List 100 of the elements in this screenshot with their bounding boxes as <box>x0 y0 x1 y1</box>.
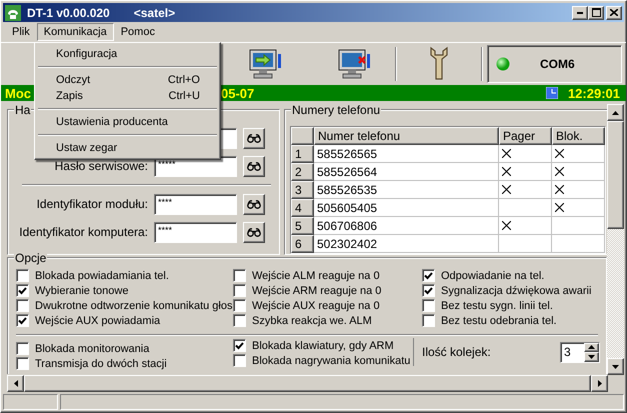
menu-item[interactable]: Plik <box>5 23 37 41</box>
menu-entry[interactable]: Ustawienia producenta <box>37 114 218 130</box>
field-label: Identyfikator modułu: <box>36 197 148 211</box>
close-button[interactable] <box>606 6 622 20</box>
cross-icon <box>502 167 511 176</box>
glasses-icon <box>247 200 261 208</box>
group-title: Numery telefonu <box>291 104 382 117</box>
cross-icon <box>555 167 564 176</box>
field-label: Ilość kolejek: <box>422 345 491 359</box>
vertical-scrollbar[interactable] <box>607 104 624 375</box>
glasses-icon <box>247 162 261 170</box>
window-title: DT-1 v0.00.020 <box>27 6 110 20</box>
group-title: Ha <box>14 104 32 117</box>
status-panel <box>3 394 58 410</box>
table-cell: 585526565 <box>314 145 499 163</box>
menu-entry[interactable]: Odczyt Ctrl+O <box>37 72 218 88</box>
mode-text: Moc <box>5 86 31 100</box>
checkbox-label: Wybieranie tonowe <box>35 284 128 296</box>
show-password-button[interactable] <box>243 222 265 242</box>
monitor-cross-icon <box>337 48 373 80</box>
cross-icon <box>555 203 564 212</box>
show-password-button[interactable] <box>243 194 265 214</box>
menu-entry[interactable]: Konfiguracja <box>37 46 218 62</box>
password-field[interactable]: **** <box>154 194 237 214</box>
checkbox[interactable] <box>16 314 29 327</box>
show-password-button[interactable] <box>243 156 265 176</box>
row-header: 4 <box>291 199 314 217</box>
group-title: Opcje <box>14 251 48 265</box>
time-text: 12:29:01 <box>568 86 620 100</box>
field-label: Identyfikator komputera: <box>18 225 148 239</box>
glasses-icon <box>247 228 261 236</box>
queue-spinbox[interactable]: 3 <box>560 342 600 362</box>
field-label: Hasło serwisowe: <box>54 159 148 173</box>
cross-icon <box>502 149 511 158</box>
minimize-button[interactable] <box>572 6 588 20</box>
minimize-icon <box>577 12 583 14</box>
table-cell: 506706806 <box>314 217 499 235</box>
checkbox-label: Blokada monitorowania <box>35 342 150 354</box>
menu-item[interactable]: Pomoc <box>114 23 162 41</box>
checkbox[interactable] <box>16 284 29 297</box>
row-header: 3 <box>291 181 314 199</box>
checkbox[interactable] <box>233 284 246 297</box>
cross-icon <box>555 185 564 194</box>
row-header: 2 <box>291 163 314 181</box>
horizontal-scrollbar[interactable] <box>7 375 608 392</box>
column-header[interactable]: Blok. <box>552 127 605 145</box>
menu-entry[interactable]: Ustaw zegar <box>37 140 218 156</box>
password-field[interactable]: **** <box>154 222 237 242</box>
arrow-icon <box>612 364 619 368</box>
checkbox[interactable] <box>233 314 246 327</box>
table-cell: 505605405 <box>314 199 499 217</box>
table-cell: 585526564 <box>314 163 499 181</box>
checkbox[interactable] <box>233 354 246 367</box>
checkbox[interactable] <box>422 284 435 297</box>
row-header: 5 <box>291 217 314 235</box>
date-text: 05-07 <box>221 86 254 100</box>
phone-icon <box>5 4 21 20</box>
cross-icon <box>502 185 511 194</box>
checkbox-label: Wejście AUX reaguje na 0 <box>252 300 380 312</box>
checkbox[interactable] <box>422 269 435 282</box>
checkbox-label: Blokada nagrywania komunikatu <box>252 354 410 366</box>
clock-icon <box>546 87 558 99</box>
maximize-button[interactable] <box>588 6 604 20</box>
checkbox[interactable] <box>422 299 435 312</box>
table-cell: 502302402 <box>314 235 499 253</box>
checkbox[interactable] <box>16 342 29 355</box>
cross-icon <box>555 149 564 158</box>
checkbox[interactable] <box>233 339 246 352</box>
checkbox[interactable] <box>16 299 29 312</box>
table-cell: 585526535 <box>314 181 499 199</box>
checkbox-label: Wejście AUX powiadamia <box>35 314 160 326</box>
checkbox-label: Blokada powiadamiania tel. <box>35 270 169 282</box>
checkbox-label: Sygnalizacja dźwiękowa awarii <box>441 284 592 296</box>
show-password-button[interactable] <box>243 128 265 148</box>
column-header[interactable]: Pager <box>499 127 552 145</box>
arrow-icon <box>14 380 18 387</box>
window-subtitle: <satel> <box>134 6 176 20</box>
arrow-icon <box>612 110 619 114</box>
checkbox-label: Wejście ALM reaguje na 0 <box>252 270 380 282</box>
checkbox[interactable] <box>233 269 246 282</box>
close-icon <box>610 9 618 16</box>
checkbox-label: Bez testu odebrania tel. <box>441 314 557 326</box>
menu-item[interactable]: Komunikacja <box>36 23 114 41</box>
checkbox[interactable] <box>16 269 29 282</box>
checkbox[interactable] <box>16 357 29 370</box>
checkbox-label: Dwukrotne odtworzenie komunikatu głos. <box>35 300 236 312</box>
checkbox-label: Odpowiadanie na tel. <box>441 270 544 282</box>
glasses-icon <box>247 134 261 142</box>
arrow-icon <box>598 380 602 387</box>
column-header[interactable]: Numer telefonu <box>314 127 499 145</box>
cross-icon <box>502 221 511 230</box>
checkbox-label: Szybka reakcja we. ALM <box>252 314 372 326</box>
checkbox[interactable] <box>233 299 246 312</box>
menu-entry[interactable]: Zapis Ctrl+U <box>37 88 218 104</box>
checkbox-label: Bez testu sygn. linii tel. <box>441 300 553 312</box>
checkbox[interactable] <box>422 314 435 327</box>
port-label: COM6 <box>540 57 575 71</box>
maximize-icon <box>592 8 600 17</box>
checkbox-label: Transmisja do dwóch stacji <box>35 358 167 370</box>
checkbox-label: Blokada klawiatury, gdy ARM <box>252 340 394 352</box>
